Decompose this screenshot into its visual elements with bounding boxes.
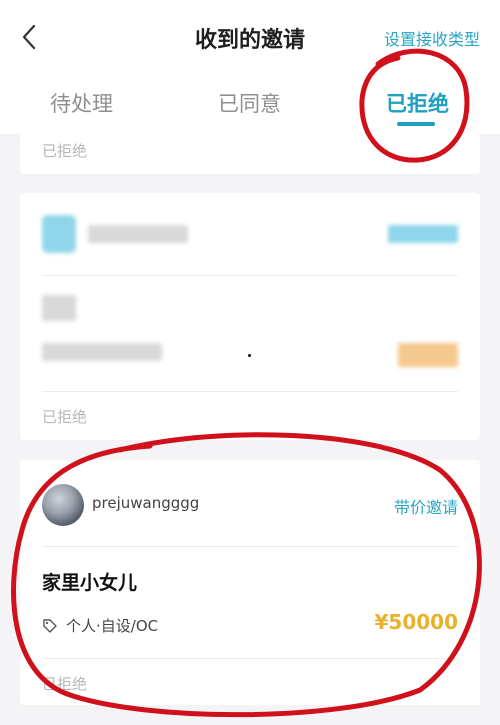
active-tab-indicator (397, 122, 435, 126)
tag-text: 个人·自设/OC (66, 617, 159, 635)
tag-blurred (42, 343, 162, 361)
username-blurred (88, 225, 188, 243)
invitation-card[interactable]: 已拒绝 (20, 134, 480, 174)
status-label: 已拒绝 (42, 142, 88, 160)
avatar[interactable] (42, 484, 84, 526)
invite-type-label: 带价邀请 (393, 498, 458, 517)
tab-pending[interactable]: 待处理 (50, 88, 113, 118)
price-blurred (398, 343, 458, 367)
set-receive-type-link[interactable]: 设置接收类型 (384, 26, 480, 50)
username[interactable]: prejuwangggg (92, 494, 199, 512)
header: 收到的邀请 设置接收类型 (0, 0, 500, 72)
dot (248, 354, 251, 357)
work-title-blurred (42, 295, 76, 321)
price: ¥50000 (374, 610, 459, 634)
status-label: 已拒绝 (42, 408, 88, 426)
divider (42, 546, 458, 547)
invite-type-blurred (388, 225, 458, 243)
divider (42, 391, 458, 392)
invitation-card[interactable]: 已拒绝 (20, 193, 480, 440)
divider (42, 658, 458, 659)
tab-rejected[interactable]: 已拒绝 (386, 88, 449, 118)
avatar (42, 215, 76, 253)
work-title: 家里小女儿 (42, 572, 138, 594)
invitation-card[interactable]: prejuwangggg 带价邀请 家里小女儿 个人·自设/OC ¥50000 … (20, 460, 480, 705)
tag-icon (42, 618, 58, 634)
tab-bar: 待处理 已同意 已拒绝 (0, 72, 500, 134)
divider (42, 275, 458, 276)
tab-accepted[interactable]: 已同意 (218, 88, 281, 118)
status-label: 已拒绝 (42, 675, 88, 693)
tag-row: 个人·自设/OC (42, 615, 158, 636)
